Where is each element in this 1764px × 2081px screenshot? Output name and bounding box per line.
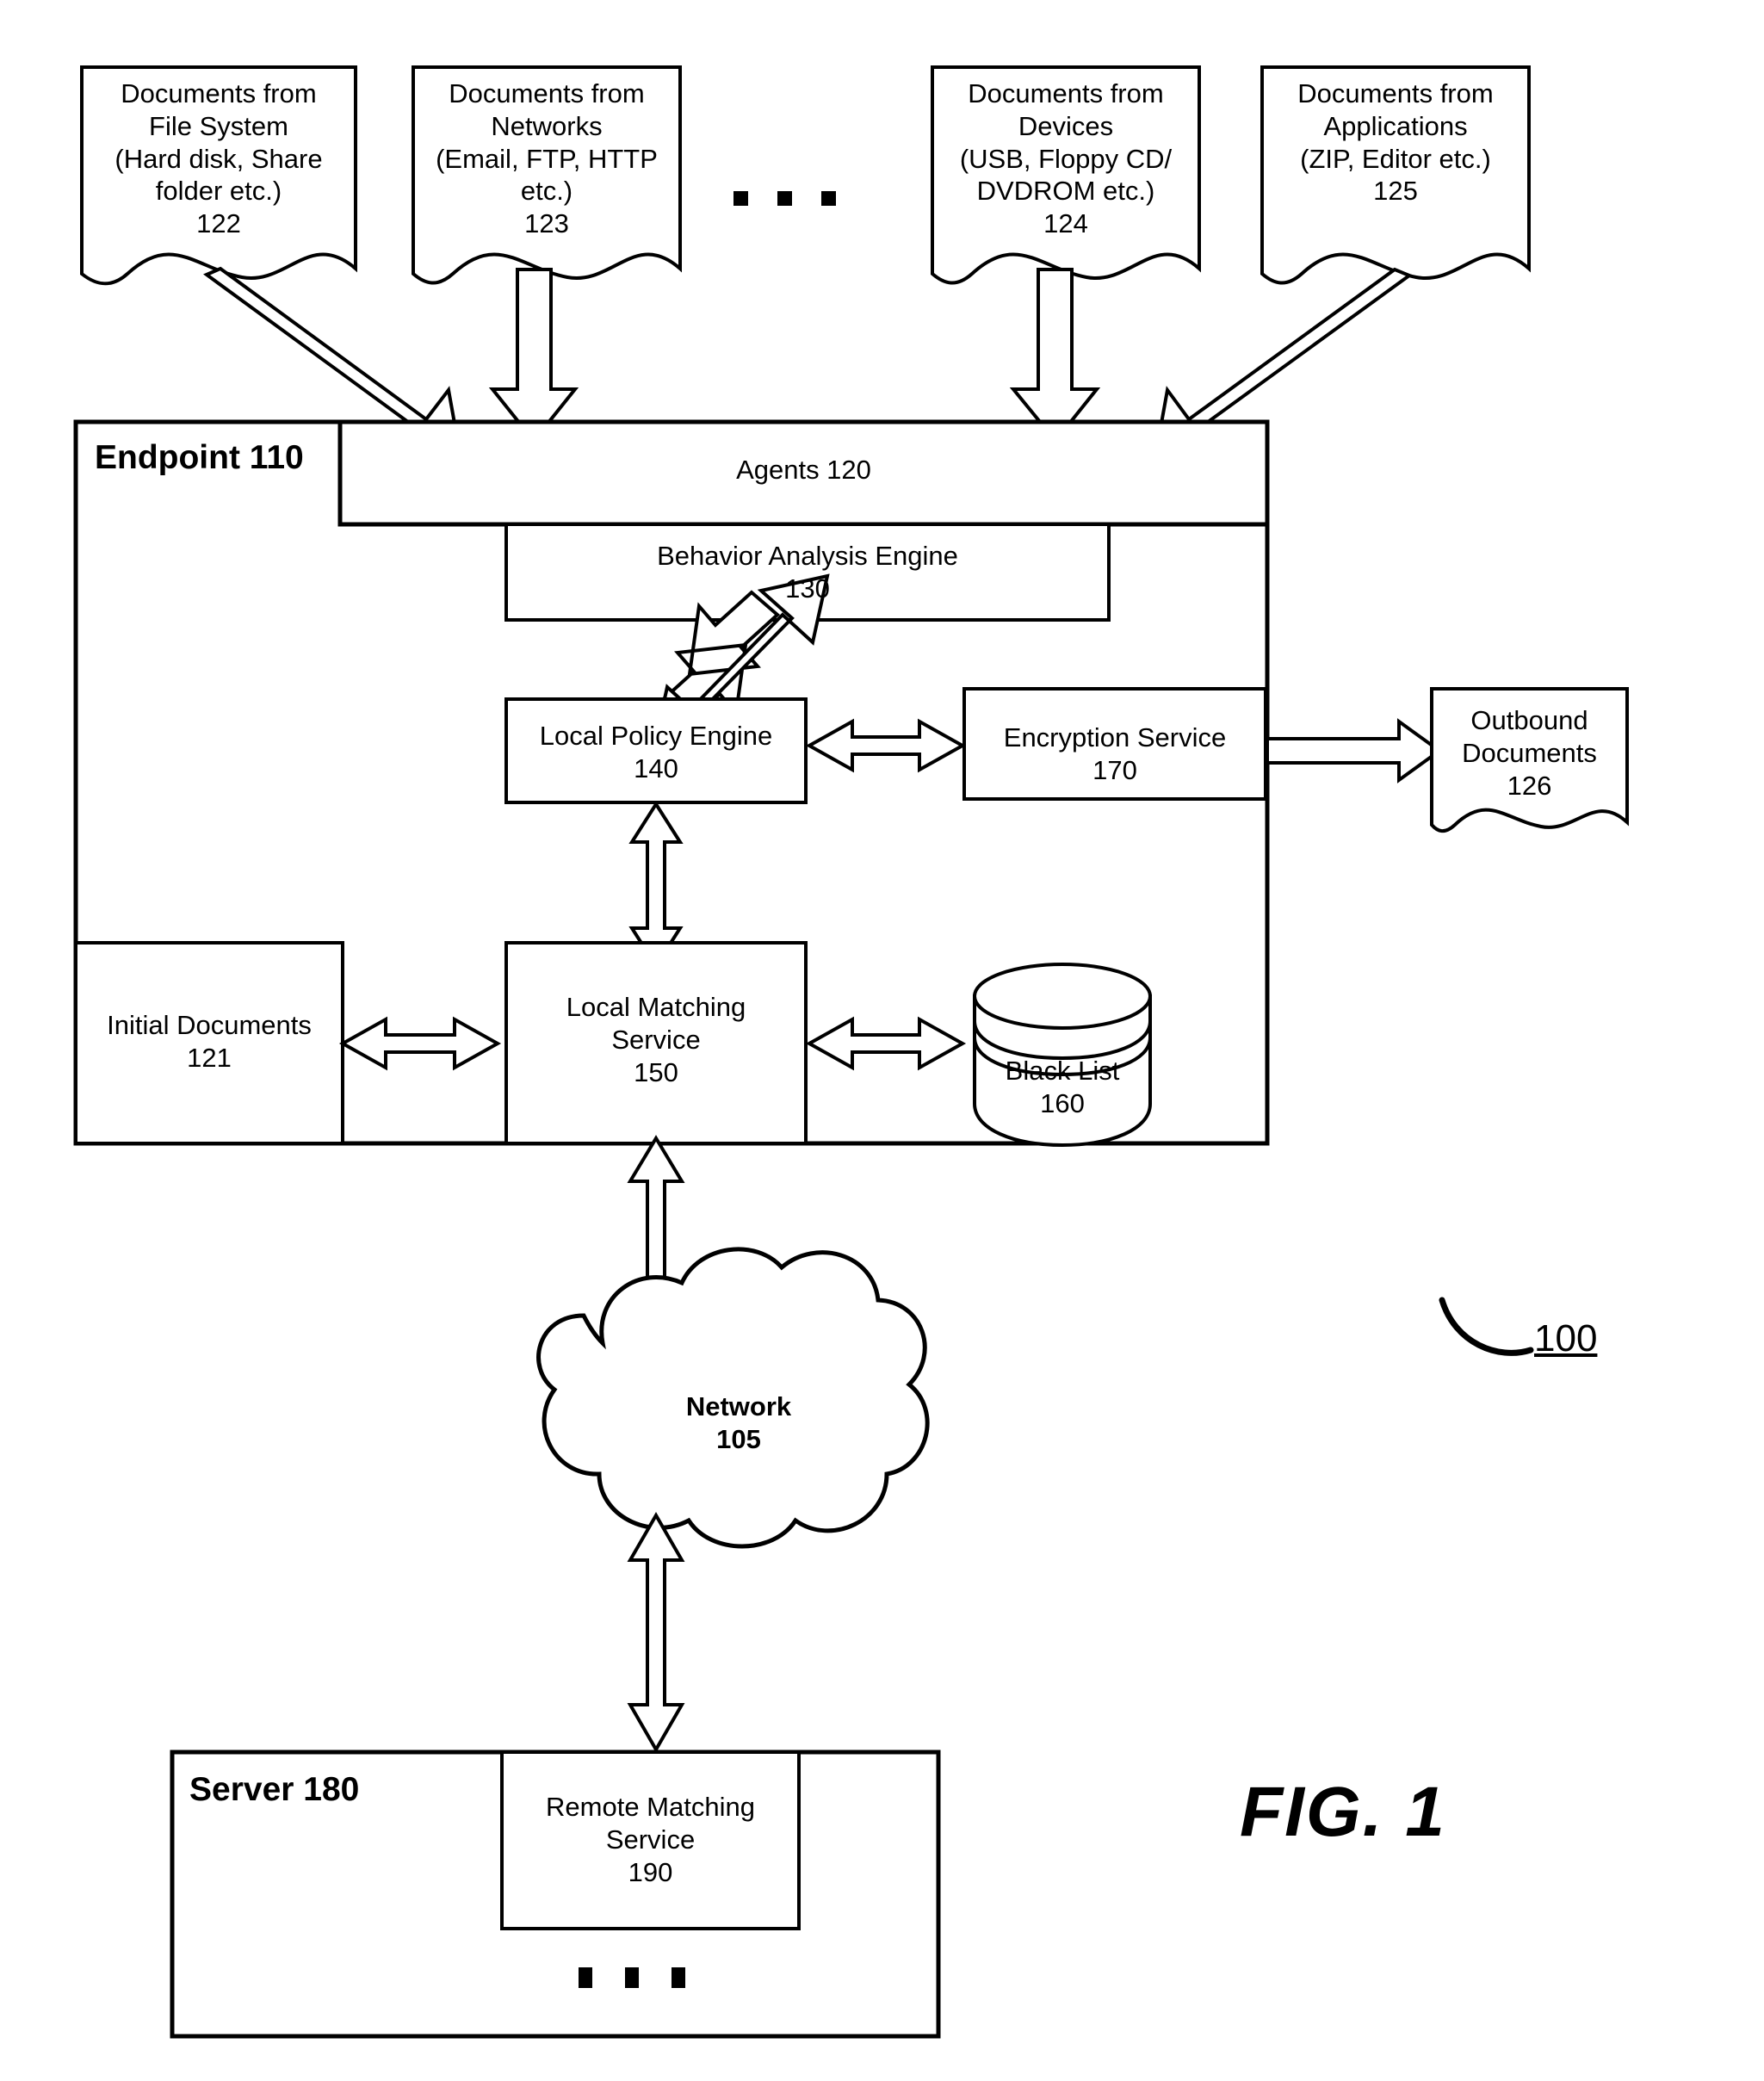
doc-shape-123 [412, 65, 682, 285]
ellipsis-dot [777, 191, 792, 206]
black-list-cylinder [973, 963, 1152, 1148]
arrow-encryption-outbound [1266, 718, 1443, 783]
initial-documents-box [74, 941, 344, 1145]
system-leader-line [1439, 1297, 1534, 1356]
ellipsis-dot [821, 191, 836, 206]
ellipsis-dot [733, 191, 748, 206]
local-policy-engine-box [504, 697, 808, 804]
remote-matching-service-box [500, 1750, 801, 1930]
diagram-vector-layer [73, 65, 1629, 2039]
arrow-124-to-agents [1009, 268, 1101, 444]
doc-shape-124 [931, 65, 1201, 285]
ellipsis-dot [625, 1967, 639, 1988]
source-ellipsis-dots [733, 191, 836, 206]
doc-shape-122 [80, 65, 357, 286]
arrow-123-to-agents [488, 268, 579, 444]
doc-shape-125 [1260, 65, 1531, 285]
server-ellipsis-dots [579, 1967, 685, 1988]
local-matching-service-box [504, 941, 808, 1145]
patent-figure-1: Documents from File System (Hard disk, S… [0, 0, 1764, 2081]
network-cloud [536, 1247, 930, 1549]
encryption-service-box [962, 687, 1267, 801]
doc-shape-126 [1430, 687, 1629, 833]
ellipsis-dot [579, 1967, 592, 1988]
ellipsis-dot [672, 1967, 685, 1988]
arrow-network-server [627, 1511, 685, 1754]
agents-box [337, 419, 1270, 527]
